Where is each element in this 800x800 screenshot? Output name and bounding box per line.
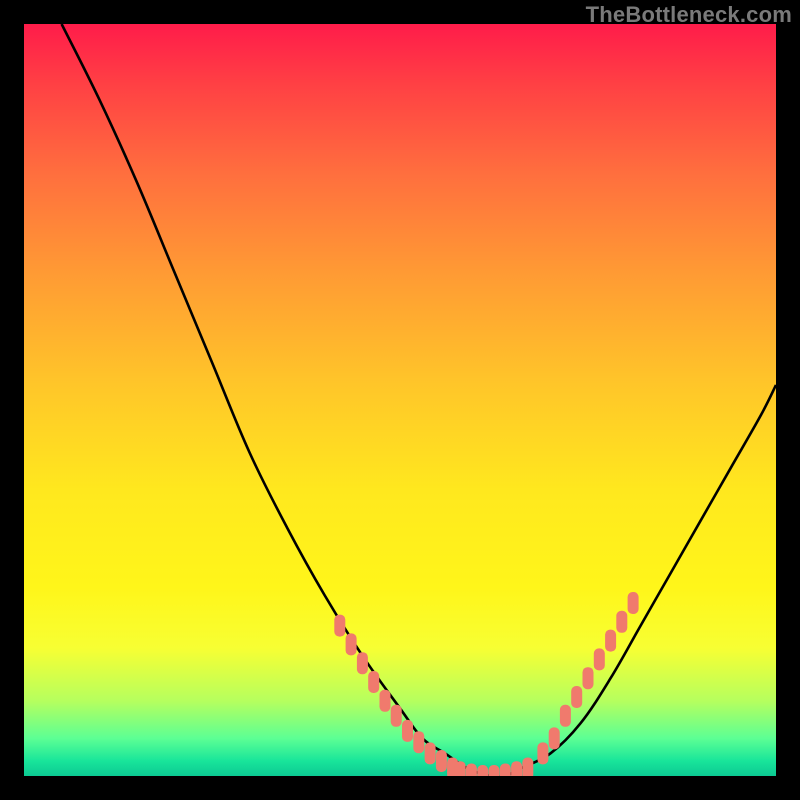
marker-cluster-left <box>334 615 458 776</box>
data-marker <box>436 750 447 772</box>
data-marker <box>605 630 616 652</box>
data-marker <box>477 765 488 776</box>
data-marker <box>402 720 413 742</box>
marker-cluster-right <box>537 592 638 764</box>
marker-cluster-bottom <box>455 758 534 777</box>
data-marker <box>346 633 357 655</box>
data-marker <box>549 727 560 749</box>
data-marker <box>368 671 379 693</box>
data-marker <box>537 742 548 764</box>
data-marker <box>489 765 500 776</box>
data-marker <box>522 758 533 777</box>
data-marker <box>391 705 402 727</box>
data-marker <box>334 615 345 637</box>
plot-area <box>24 24 776 776</box>
data-marker <box>357 652 368 674</box>
data-marker <box>560 705 571 727</box>
bottleneck-curve <box>62 24 776 776</box>
chart-svg <box>24 24 776 776</box>
data-marker <box>413 731 424 753</box>
watermark-text: TheBottleneck.com <box>586 2 792 28</box>
data-marker <box>628 592 639 614</box>
data-marker <box>571 686 582 708</box>
data-marker <box>466 764 477 777</box>
data-marker <box>500 764 511 777</box>
data-marker <box>425 742 436 764</box>
data-marker <box>616 611 627 633</box>
data-marker <box>511 761 522 776</box>
data-marker <box>455 761 466 776</box>
data-marker <box>583 667 594 689</box>
data-marker <box>380 690 391 712</box>
data-marker <box>594 648 605 670</box>
chart-root: TheBottleneck.com <box>0 0 800 800</box>
